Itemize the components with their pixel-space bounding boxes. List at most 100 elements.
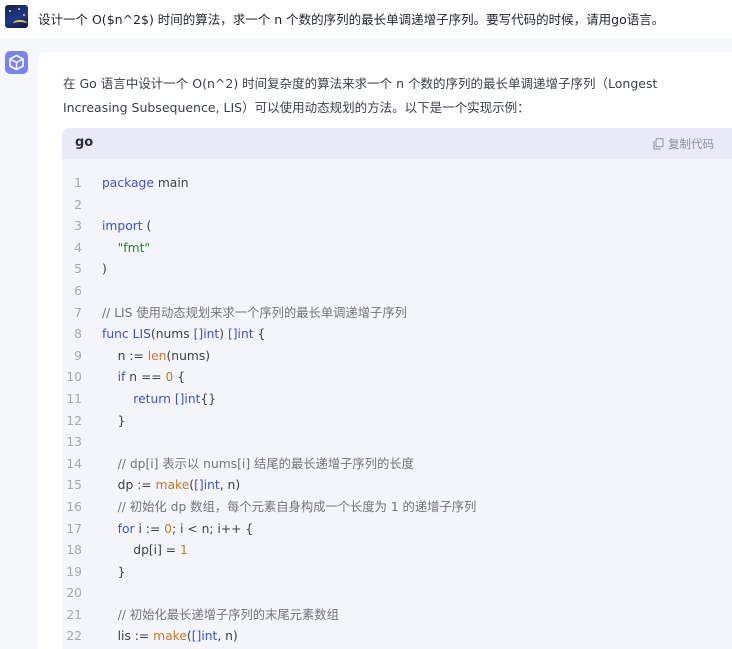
line-number: 18 (66, 543, 82, 558)
line-number: 4 (74, 240, 82, 255)
assistant-cube-icon (9, 54, 24, 71)
code-line: 2 (62, 195, 732, 217)
line-number: 19 (66, 564, 82, 579)
code-text: func LIS(nums []int) []int { (102, 324, 265, 346)
code-token: ) (102, 262, 107, 277)
code-text: } (102, 562, 126, 584)
code-line: 3 import ( (62, 216, 732, 238)
code-token: {} (200, 391, 217, 406)
code-body[interactable]: 1 package main 2 3 import (4 "fmt" 5) 6 7// LIS… (62, 173, 732, 648)
code-token: { (173, 370, 186, 385)
line-number: 3 (74, 219, 82, 234)
code-text: for i := 0; i < n; i++ { (102, 519, 254, 541)
assistant-answer: 在 Go 语言中设计一个 O(n^2) 时间复杂度的算法来求一个 n 个数的序列… (38, 52, 732, 649)
code-token: dp := (102, 478, 156, 493)
code-line: 7 // LIS 使用动态规划来求一个序列的最长单调递增子序列 (62, 303, 732, 325)
code-token: , n) (219, 478, 241, 493)
avatar-wave-decoration (13, 20, 27, 27)
code-token: // dp[i] 表示以 nums[i] 结尾的最长递增子序列的长度 (117, 456, 414, 471)
line-number: 1 (74, 176, 82, 190)
code-line: 14 // dp[i] 表示以 nums[i] 结尾的最长递增子序列的长度 (62, 454, 732, 476)
code-token: dp[i] = (102, 543, 181, 558)
code-token: make (155, 478, 190, 493)
code-token: []int (227, 327, 254, 342)
code-line: 6 (62, 281, 732, 303)
code-token: []int (193, 327, 220, 342)
avatar-star-decoration (18, 8, 20, 10)
code-token: ( (142, 219, 152, 234)
chat-view: 设计一个 O($n^2$) 时间的算法，求一个 n 个数的序列的最长单调递增子序… (0, 0, 732, 649)
code-token: (nums) (166, 348, 211, 363)
user-avatar[interactable] (5, 5, 28, 28)
line-number: 12 (66, 413, 82, 428)
line-number: 11 (66, 391, 82, 406)
copy-code-button[interactable]: 复制代码 (653, 136, 714, 152)
code-line: 10 if n == 0 { (62, 367, 732, 389)
code-token: , n) (217, 629, 238, 644)
code-text: // dp[i] 表示以 nums[i] 结尾的最长递增子序列的长度 (102, 454, 414, 476)
answer-intro-text: 在 Go 语言中设计一个 O(n^2) 时间复杂度的算法来求一个 n 个数的序列… (63, 76, 658, 115)
copy-icon (653, 138, 664, 150)
code-line: 13 (62, 432, 732, 454)
code-token: LIS (132, 327, 151, 342)
code-token: ) (219, 327, 228, 342)
code-line: 5) (62, 259, 732, 281)
line-number: 15 (66, 478, 82, 493)
line-number: 5 (74, 262, 82, 277)
user-message-text: 设计一个 O($n^2$) 时间的算法，求一个 n 个数的序列的最长单调递增子序… (38, 12, 665, 27)
code-token: } (102, 413, 126, 428)
code-line: 18 dp[i] = 1 (62, 540, 732, 562)
code-text: // 初始化最长递增子序列的末尾元素数组 (102, 605, 339, 627)
code-line: 22 lis := make([]int, n) (62, 626, 732, 648)
line-number: 13 (66, 435, 82, 450)
line-number: 6 (74, 283, 82, 298)
code-text: dp := make([]int, n) (102, 475, 241, 497)
code-text: n := len(nums) (102, 346, 210, 368)
code-line: 17 for i := 0; i < n; i++ { (62, 519, 732, 541)
code-token: func (102, 327, 129, 342)
code-line: 15 dp := make([]int, n) (62, 475, 732, 497)
code-token: 0 (164, 521, 172, 536)
code-text: import ( (102, 216, 151, 238)
code-text: } (102, 411, 126, 433)
code-token: import (102, 219, 143, 234)
code-text: ) (102, 259, 107, 281)
code-line: 8 func LIS(nums []int) []int { (62, 324, 732, 346)
code-text: return []int{} (102, 389, 216, 411)
code-token: make (153, 629, 187, 644)
code-token: i := (134, 521, 165, 536)
code-token: { (253, 327, 266, 342)
code-line: 19 } (62, 562, 732, 584)
code-text: // LIS 使用动态规划来求一个序列的最长单调递增子序列 (102, 303, 407, 325)
code-text: if n == 0 { (102, 367, 185, 389)
line-number: 21 (66, 607, 82, 622)
code-token: // 初始化最长递增子序列的末尾元素数组 (117, 607, 339, 622)
code-token: return (133, 391, 171, 406)
code-line: 4 "fmt" (62, 238, 732, 260)
copy-code-label: 复制代码 (668, 137, 714, 151)
line-number: 8 (74, 327, 82, 342)
code-token: (nums (150, 327, 194, 342)
code-line: 21 // 初始化最长递增子序列的末尾元素数组 (62, 605, 732, 627)
assistant-avatar (5, 51, 28, 74)
line-number: 9 (74, 348, 82, 363)
code-token: main (153, 176, 189, 190)
code-line: 11 return []int{} (62, 389, 732, 411)
code-token: []int (194, 478, 220, 493)
code-token: lis := (102, 629, 154, 644)
line-number: 7 (74, 305, 82, 320)
code-token: 1 (180, 543, 188, 558)
code-token: len (147, 348, 167, 363)
code-block-header: go 复制代码 (62, 128, 732, 159)
code-token: n == (125, 370, 166, 385)
code-token: n := (102, 348, 148, 363)
code-language-label: go (75, 135, 94, 150)
code-text: dp[i] = 1 (102, 540, 188, 562)
code-token: package (102, 176, 154, 190)
avatar-star-decoration (23, 14, 25, 16)
